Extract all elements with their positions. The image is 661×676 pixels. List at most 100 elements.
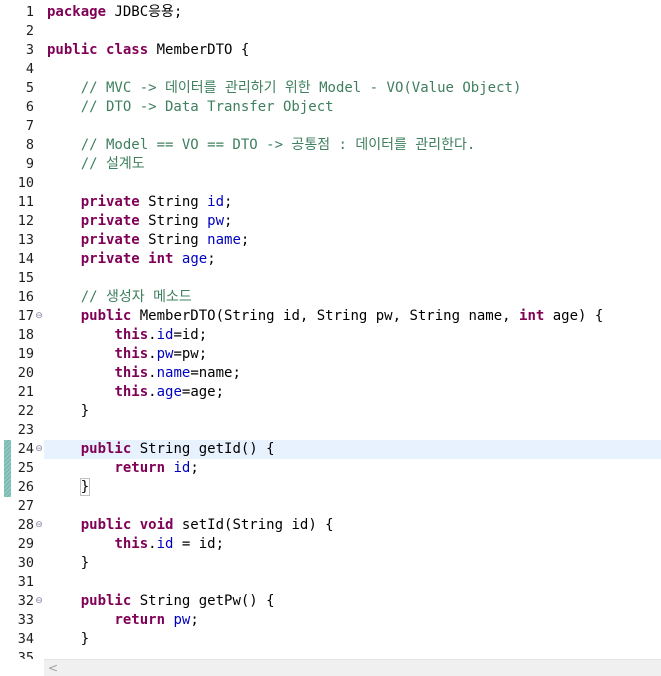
code-line[interactable]: // Model == VO == DTO -> 공통점 : 데이터를 관리한다… [47,136,661,155]
field-token: id [173,460,191,476]
field-token: pw [207,213,225,229]
line-number: 1 [25,4,34,20]
code-line[interactable]: this.id = id; [47,535,661,554]
line-number: 27 [17,498,34,514]
code-line[interactable]: private String id; [47,193,661,212]
code-line[interactable] [47,174,661,193]
fold-collapse-icon[interactable]: ⊖ [34,592,44,611]
line-number: 9 [25,156,34,172]
code-token: String [139,194,208,210]
code-line[interactable] [47,60,661,79]
code-line[interactable]: this.age=age; [47,383,661,402]
code-line[interactable] [47,421,661,440]
code-line[interactable]: public void setId(String id) { [47,516,661,535]
code-line[interactable]: // MVC -> 데이터를 관리하기 위한 Model - VO(Value … [47,79,661,98]
code-line[interactable]: private int age; [47,250,661,269]
code-line[interactable]: } [47,402,661,421]
keyword-token: this [114,365,149,381]
code-line[interactable] [47,497,661,516]
line-number: 33 [17,612,34,628]
line-number: 17 [17,308,34,324]
code-line[interactable] [47,22,661,41]
code-token: . [148,365,157,381]
scroll-left-arrow-icon[interactable]: < [48,660,58,676]
line-number: 18 [17,327,34,343]
java-code-editor[interactable]: 1 2 3 4 5 6 7 8 9 10 11 12 13 14 15 16 17 ⊖ 18 19 20 21 22 23 24… [0,0,661,659]
code-line[interactable]: // 설계도 [47,155,661,174]
code-line[interactable]: } [47,478,661,497]
line-number: 13 [17,232,34,248]
keyword-token: package [47,4,107,20]
code-token: = id; [173,536,225,552]
comment-token: // MVC -> 데이터를 관리하기 위한 Model - VO(Value … [47,80,522,96]
line-number: 6 [25,99,34,115]
keyword-token: public [80,308,132,324]
code-line[interactable]: } [47,554,661,573]
code-line[interactable] [47,649,661,659]
code-line[interactable]: public MemberDTO(String id, String pw, S… [47,307,661,326]
line-number: 28 [17,517,34,533]
keyword-token: class [106,42,149,58]
code-line[interactable]: this.name=name; [47,364,661,383]
code-line[interactable] [47,573,661,592]
code-line[interactable]: this.pw=pw; [47,345,661,364]
line-number: 7 [25,118,34,134]
fold-collapse-icon[interactable]: ⊖ [34,440,44,459]
field-token: id [156,536,174,552]
code-line[interactable]: private String pw; [47,212,661,231]
code-token: . [148,327,157,343]
code-line[interactable]: public class MemberDTO { [47,41,661,60]
keyword-token: public [80,593,132,609]
code-line[interactable] [47,117,661,136]
quick-diff-marker[interactable] [4,440,11,497]
line-number: 10 [17,175,34,191]
code-token: =pw; [173,346,208,362]
code-line[interactable]: this.id=id; [47,326,661,345]
field-token: name [207,232,241,248]
code-line[interactable]: } [47,630,661,649]
code-token: JDBC응용; [106,4,183,20]
code-line[interactable]: return pw; [47,611,661,630]
code-line[interactable] [47,269,661,288]
line-number: 12 [17,213,34,229]
horizontal-scrollbar[interactable]: < [44,659,661,676]
comment-token: // Model == VO == DTO -> 공통점 : 데이터를 관리한다… [47,137,476,153]
keyword-token: void [139,517,174,533]
keyword-token: private [80,232,140,248]
fold-collapse-icon[interactable]: ⊖ [34,307,44,326]
keyword-token: return [114,460,166,476]
line-number: 3 [25,42,34,58]
fold-collapse-icon[interactable]: ⊖ [34,516,44,535]
line-number: 31 [17,574,34,590]
comment-token: // DTO -> Data Transfer Object [47,99,334,115]
code-token: =id; [173,327,208,343]
line-number: 11 [17,194,34,210]
field-token: pw [173,612,191,628]
code-line[interactable]: // 생성자 메소드 [47,288,661,307]
code-line[interactable]: return id; [47,459,661,478]
line-number: 35 [17,650,34,659]
keyword-token: int [148,251,174,267]
keyword-token: this [114,536,149,552]
comment-token: // 생성자 메소드 [47,289,192,305]
code-line[interactable]: // DTO -> Data Transfer Object [47,98,661,117]
code-token: } [47,555,90,571]
code-line[interactable]: private String name; [47,231,661,250]
line-number: 30 [17,555,34,571]
line-number: 5 [25,80,34,96]
line-number-ruler[interactable]: 1 2 3 4 5 6 7 8 9 10 11 12 13 14 15 16 17 ⊖ 18 19 20 21 22 23 24… [0,0,44,659]
code-line[interactable]: package JDBC응용; [47,3,661,22]
code-line[interactable]: public String getId() { [47,440,661,459]
code-line[interactable]: public String getPw() { [47,592,661,611]
code-token: ; [190,612,199,628]
line-number: 4 [25,61,34,77]
